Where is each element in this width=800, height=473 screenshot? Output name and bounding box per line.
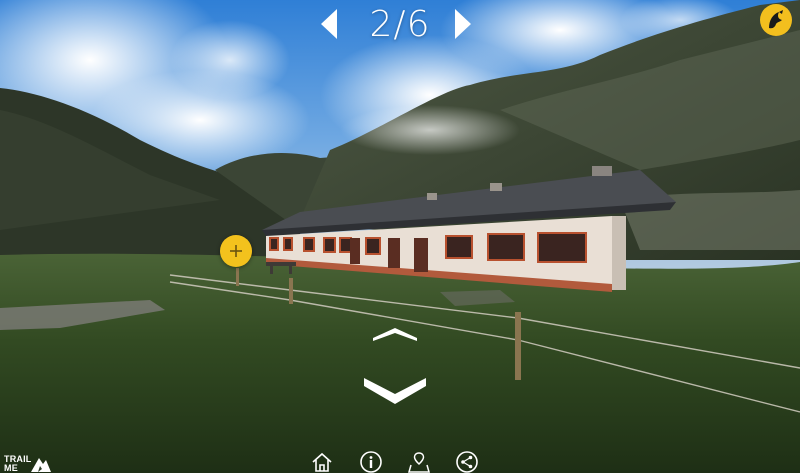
brand-line-2: ME <box>4 463 18 473</box>
chevron-up-icon <box>373 328 417 341</box>
chevron-right-icon <box>455 9 471 39</box>
mountain-logo-icon <box>31 458 51 472</box>
look-up-button[interactable] <box>372 326 418 342</box>
look-down-button[interactable] <box>362 374 428 406</box>
chevron-left-icon <box>321 9 337 39</box>
map-pin-icon <box>408 452 430 473</box>
trailme-logo-icon <box>769 10 783 29</box>
plus-icon <box>230 245 242 257</box>
info-hotspot-button[interactable] <box>220 235 252 267</box>
home-icon <box>312 452 332 472</box>
info-icon <box>360 451 382 473</box>
scene-counter: 2/6 <box>369 4 431 45</box>
share-button[interactable] <box>455 451 479 473</box>
trailme-logo-button[interactable] <box>760 4 792 36</box>
trailme-brand: TRAIL ME <box>2 455 54 473</box>
home-button[interactable] <box>310 451 334 473</box>
chevron-down-icon <box>364 378 426 404</box>
map-button[interactable] <box>407 451 431 473</box>
next-scene-button[interactable] <box>453 8 473 40</box>
share-icon <box>456 451 478 473</box>
previous-scene-button[interactable] <box>319 8 339 40</box>
info-button[interactable] <box>359 451 383 473</box>
